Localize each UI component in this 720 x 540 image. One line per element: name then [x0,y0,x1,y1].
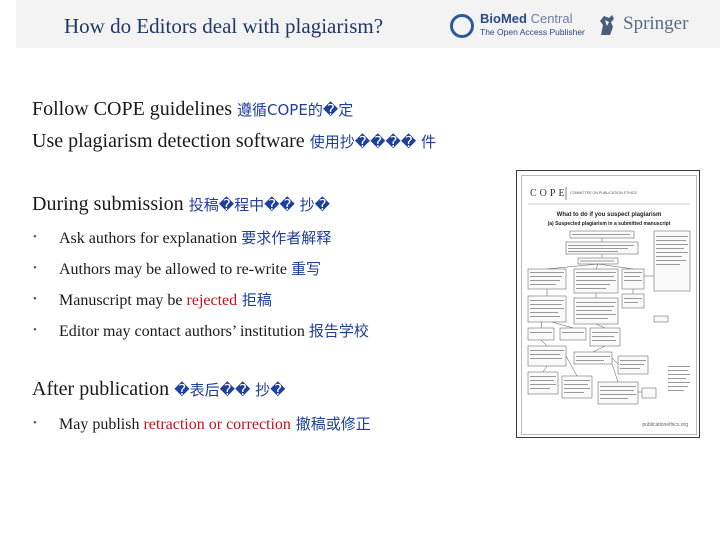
bullet-rewrite: Authors may be allowed to re-write 重写 [59,260,321,278]
publication-heading: After publication �表后�� 抄� [32,378,286,400]
cope-flowchart-poster: COPE COMMITTEE ON PUBLICATION ETHICS Wha… [516,170,700,438]
bullet-contact-institution: Editor may contact authors’ institution … [59,322,369,340]
bullet-icon: • [33,293,37,305]
submission-heading: During submission 投稿�程中�� 抄� [32,193,330,215]
biomed-wordmark: BioMed Central [480,11,573,26]
slide-title: How do Editors deal with plagiarism? [64,14,384,38]
poster-logo: COPE [530,188,568,199]
biomed-central-logo: BioMed Central The Open Access Publisher [450,10,585,40]
poster-title: What to do if you suspect plagiarism [557,212,662,218]
poster-subtitle: (a) Suspected plagiarism in a submitted … [548,221,671,227]
springer-wordmark: Springer [623,13,689,34]
poster-page: COPE COMMITTEE ON PUBLICATION ETHICS Wha… [521,175,697,435]
biomed-tagline: The Open Access Publisher [480,27,585,37]
flowchart-image: COPE COMMITTEE ON PUBLICATION ETHICS Wha… [527,187,691,428]
bullet-retraction: May publish retraction or correction 撤稿或… [59,415,371,433]
bullet-rejected: Manuscript may be rejected 拒稿 [59,291,272,309]
bullet-icon: • [33,417,37,429]
bullet-icon: • [33,231,37,243]
cope-guidelines-line: Follow COPE guidelines 遵循COPE的�定 [32,98,354,120]
bullet-ask-explanation: Ask authors for explanation 要求作者解释 [59,229,332,247]
springer-horse-icon [600,15,614,35]
bullet-icon: • [33,262,37,274]
biomed-circle-icon [450,14,474,38]
poster-org: COMMITTEE ON PUBLICATION ETHICS [570,191,637,195]
detection-software-line: Use plagiarism detection software 使用抄���… [32,130,436,152]
bullet-icon: • [33,324,37,336]
springer-logo: Springer [597,10,707,40]
poster-footer: publicationethics.org [642,422,688,428]
